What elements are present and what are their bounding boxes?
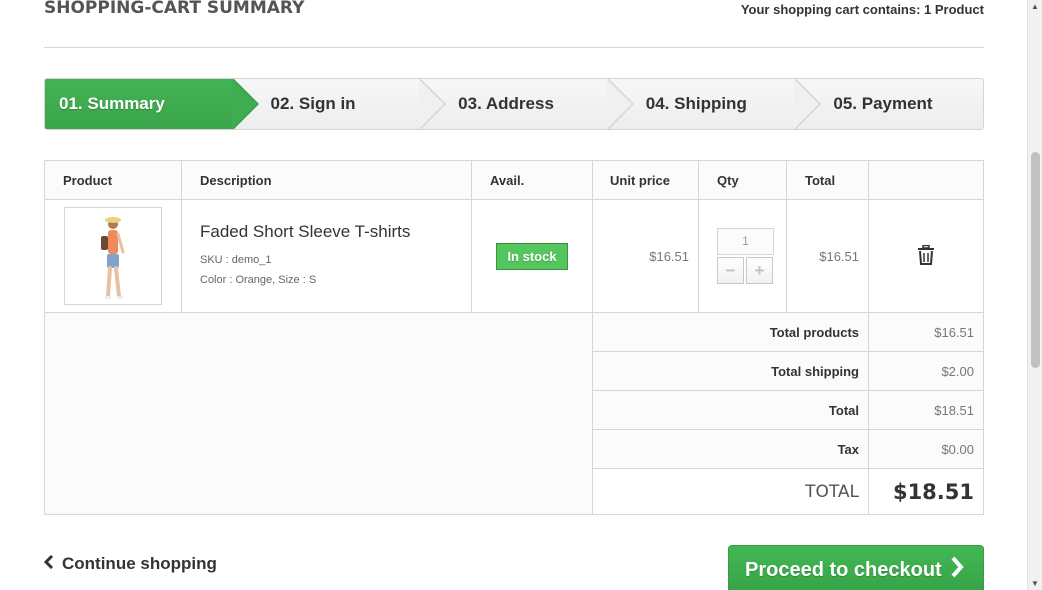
qty-decrease-button[interactable]: −	[717, 257, 744, 284]
checkout-label: Proceed to checkout	[745, 558, 942, 581]
col-unit-price: Unit price	[592, 160, 699, 200]
tax-label: Tax	[592, 429, 869, 469]
product-image-cell	[44, 199, 182, 313]
page-scrollbar[interactable]: ▲ ▼	[1027, 0, 1042, 590]
total-label: Total	[592, 390, 869, 430]
product-name[interactable]: Faded Short Sleeve T-shirts	[200, 222, 471, 242]
scroll-down-icon[interactable]: ▼	[1031, 579, 1039, 588]
page-heading: SHOPPING-CART SUMMARY Your shopping cart…	[44, 0, 984, 48]
step-label: 05. Payment	[833, 94, 933, 113]
scroll-up-icon[interactable]: ▲	[1031, 2, 1039, 11]
product-photo	[101, 217, 125, 299]
continue-shopping-label: Continue shopping	[62, 554, 217, 573]
col-availability: Avail.	[471, 160, 593, 200]
total-value: $18.51	[868, 390, 984, 430]
plus-icon: +	[754, 260, 765, 280]
unit-price: $16.51	[592, 199, 699, 313]
step-label: 04. Shipping	[645, 94, 747, 113]
col-total: Total	[786, 160, 869, 200]
step-divider	[606, 79, 634, 129]
tax-value: $0.00	[868, 429, 984, 469]
step-label: 02. Sign in	[270, 94, 356, 113]
col-description: Description	[181, 160, 472, 200]
minus-icon: −	[725, 260, 736, 280]
chevron-right-icon	[950, 556, 964, 584]
step-label: 03. Address	[458, 94, 554, 113]
cart-table: Product Description Avail. Unit price Qt…	[44, 160, 984, 515]
step-shipping[interactable]: 04. Shipping	[608, 79, 822, 129]
availability-cell: In stock	[471, 199, 593, 313]
col-qty: Qty	[698, 160, 787, 200]
total-products-label: Total products	[592, 312, 869, 352]
total-shipping-label: Total shipping	[592, 351, 869, 391]
summary-spacer	[44, 312, 593, 515]
chevron-left-icon	[43, 554, 54, 574]
checkout-steps: 01. Summary 02. Sign in 03. Address 04. …	[44, 78, 984, 130]
qty-input[interactable]: 1	[717, 228, 774, 255]
table-header-row: Product Description Avail. Unit price Qt…	[44, 160, 984, 200]
total-products-row: Total products $16.51	[44, 312, 984, 515]
grand-total-label: TOTAL	[592, 468, 869, 515]
step-divider	[794, 79, 822, 129]
total-products-value: $16.51	[868, 312, 984, 352]
delete-cell	[868, 199, 984, 313]
qty-cell: 1 − +	[698, 199, 787, 313]
grand-total-value: $18.51	[868, 468, 984, 515]
step-divider	[231, 79, 259, 129]
total-shipping-value: $2.00	[868, 351, 984, 391]
stock-badge: In stock	[496, 242, 568, 270]
col-delete	[868, 160, 984, 200]
trash-icon[interactable]	[917, 244, 935, 268]
step-divider	[419, 79, 447, 129]
scroll-thumb[interactable]	[1031, 152, 1040, 368]
step-address[interactable]: 03. Address	[420, 79, 634, 129]
step-sign-in[interactable]: 02. Sign in	[233, 79, 447, 129]
qty-stepper: − +	[717, 257, 786, 284]
line-total: $16.51	[786, 199, 869, 313]
proceed-to-checkout-button[interactable]: Proceed to checkout	[728, 545, 984, 590]
product-description-cell: Faded Short Sleeve T-shirts SKU : demo_1…	[181, 199, 472, 313]
table-row: Faded Short Sleeve T-shirts SKU : demo_1…	[44, 199, 984, 313]
step-label: 01. Summary	[59, 94, 165, 113]
product-image[interactable]	[64, 207, 162, 305]
step-summary[interactable]: 01. Summary	[45, 79, 259, 129]
page-title: SHOPPING-CART SUMMARY	[44, 0, 305, 18]
step-payment[interactable]: 05. Payment	[795, 79, 983, 129]
cart-count: Your shopping cart contains: 1 Product	[740, 2, 984, 17]
qty-increase-button[interactable]: +	[746, 257, 773, 284]
continue-shopping-link[interactable]: Continue shopping	[43, 554, 217, 574]
col-product: Product	[44, 160, 182, 200]
product-attributes[interactable]: Color : Orange, Size : S	[200, 270, 471, 290]
product-sku: SKU : demo_1	[200, 254, 272, 266]
